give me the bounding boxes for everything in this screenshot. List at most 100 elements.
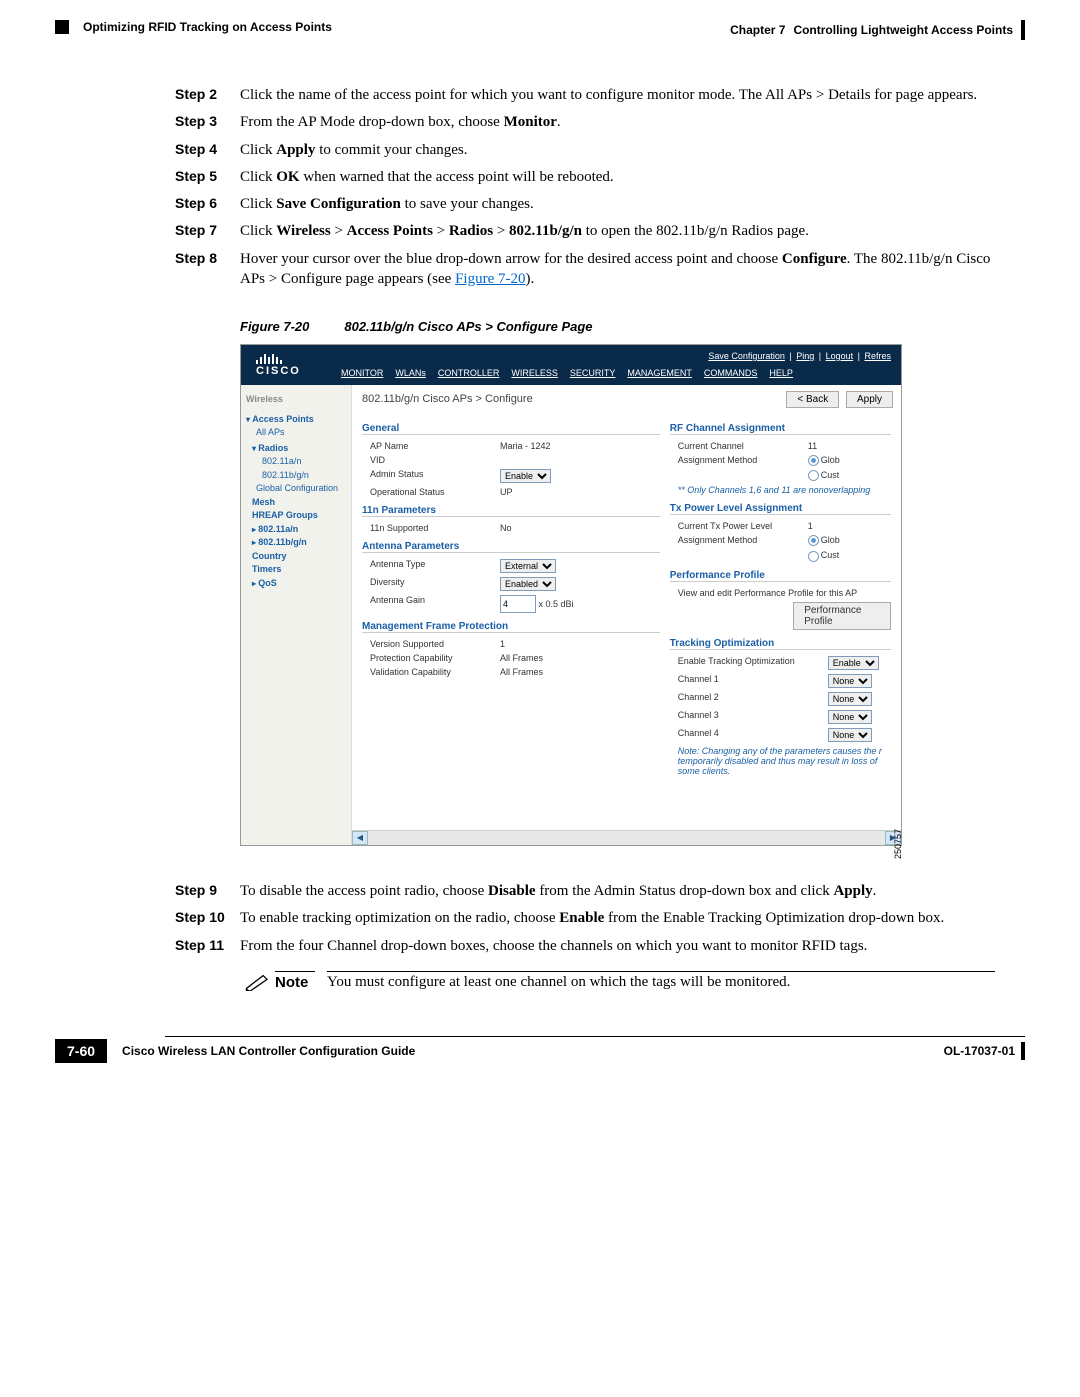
back-button[interactable]: < Back [786, 391, 839, 408]
cisco-ui-screenshot: CISCO Save Configuration | Ping | Logout… [240, 344, 902, 846]
tx-radio-custom[interactable] [808, 551, 819, 562]
rf-note: ** Only Channels 1,6 and 11 are nonoverl… [678, 485, 891, 495]
channel4-select[interactable]: None [828, 728, 872, 742]
header-chapter-label: Chapter 7 [730, 23, 785, 37]
note-label: Note [275, 971, 315, 991]
tx-radio-global[interactable] [808, 535, 819, 546]
save-config-link[interactable]: Save Configuration [708, 351, 785, 361]
sidebar-timers[interactable]: Timers [252, 563, 346, 577]
sidebar: Wireless Access Points All APs Radios 80… [241, 385, 352, 845]
channel3-select[interactable]: None [828, 710, 872, 724]
menu-wlans[interactable]: WLANs [395, 368, 426, 378]
rf-radio-custom[interactable] [808, 470, 819, 481]
page-header: Optimizing RFID Tracking on Access Point… [55, 20, 1025, 40]
step-text: Click Save Configuration to save your ch… [240, 194, 995, 214]
cisco-topbar: CISCO Save Configuration | Ping | Logout… [241, 345, 901, 385]
ping-link[interactable]: Ping [796, 351, 814, 361]
tracking-note: Note: Changing any of the parameters cau… [678, 746, 891, 776]
sidebar-access-points[interactable]: Access Points [246, 413, 346, 427]
refresh-link[interactable]: Refres [864, 351, 891, 361]
top-actions: Save Configuration | Ping | Logout | Ref… [706, 351, 901, 361]
header-bullet-icon [55, 20, 69, 34]
step-3: Step 3 From the AP Mode drop-down box, c… [175, 112, 995, 132]
step-label: Step 10 [175, 908, 240, 928]
apply-button[interactable]: Apply [846, 391, 893, 408]
step-label: Step 7 [175, 221, 240, 241]
step-text: Click the name of the access point for w… [240, 85, 995, 105]
step-label: Step 11 [175, 936, 240, 956]
main-menu: MONITOR WLANs CONTROLLER WIRELESS SECURI… [341, 368, 793, 378]
step-7: Step 7 Click Wireless > Access Points > … [175, 221, 995, 241]
sidebar-radios[interactable]: Radios [252, 442, 346, 456]
main-pane: 802.11b/g/n Cisco APs > Configure < Back… [352, 385, 901, 845]
step-9: Step 9 To disable the access point radio… [175, 881, 995, 901]
hdr-11n: 11n Parameters [362, 505, 660, 517]
header-section: Optimizing RFID Tracking on Access Point… [83, 20, 332, 34]
step-text: From the AP Mode drop-down box, choose M… [240, 112, 995, 132]
figure-link[interactable]: Figure 7-20 [455, 271, 525, 287]
sidebar-country[interactable]: Country [252, 550, 346, 564]
step-text: Click Apply to commit your changes. [240, 140, 995, 160]
menu-commands[interactable]: COMMANDS [704, 368, 758, 378]
page-footer: 7-60 Cisco Wireless LAN Controller Confi… [55, 1039, 1025, 1063]
step-text: To enable tracking optimization on the r… [240, 908, 995, 928]
cisco-logo: CISCO [241, 350, 316, 381]
current-channel-value: 11 [808, 441, 848, 451]
step-11: Step 11 From the four Channel drop-down … [175, 936, 995, 956]
step-label: Step 4 [175, 140, 240, 160]
hdr-rf: RF Channel Assignment [670, 423, 891, 435]
step-4: Step 4 Click Apply to commit your change… [175, 140, 995, 160]
op-status-value: UP [500, 487, 660, 497]
menu-controller[interactable]: CONTROLLER [438, 368, 500, 378]
step-label: Step 5 [175, 167, 240, 187]
menu-wireless[interactable]: WIRELESS [511, 368, 558, 378]
channel1-select[interactable]: None [828, 674, 872, 688]
sidebar-radio-bgn[interactable]: 802.11b/g/n [262, 469, 346, 483]
scroll-left-icon[interactable]: ◀ [352, 831, 368, 845]
step-5: Step 5 Click OK when warned that the acc… [175, 167, 995, 187]
note-text: You must configure at least one channel … [327, 971, 995, 991]
sidebar-radio-an[interactable]: 802.11a/n [262, 455, 346, 469]
rf-radio-global[interactable] [808, 455, 819, 466]
image-id: 250757 [893, 829, 903, 859]
admin-status-select[interactable]: Enable [500, 469, 551, 483]
perf-profile-button[interactable]: Performance Profile [793, 602, 891, 630]
enable-tracking-select[interactable]: Enable [828, 656, 879, 670]
step-2: Step 2 Click the name of the access poin… [175, 85, 995, 105]
footer-guide-title: Cisco Wireless LAN Controller Configurat… [122, 1044, 415, 1058]
hdr-antenna: Antenna Parameters [362, 541, 660, 553]
horizontal-scrollbar[interactable]: ◀ ▶ [352, 830, 901, 845]
step-label: Step 3 [175, 112, 240, 132]
header-bar-icon [1021, 20, 1025, 40]
step-10: Step 10 To enable tracking optimization … [175, 908, 995, 928]
menu-help[interactable]: HELP [769, 368, 793, 378]
sidebar-all-aps[interactable]: All APs [256, 426, 346, 440]
step-8: Step 8 Hover your cursor over the blue d… [175, 249, 995, 290]
header-chapter-title: Controlling Lightweight Access Points [793, 23, 1013, 37]
hdr-general: General [362, 423, 660, 435]
11n-supported-value: No [500, 523, 660, 533]
antenna-type-select[interactable]: External [500, 559, 556, 573]
hdr-mfp: Management Frame Protection [362, 621, 660, 633]
step-6: Step 6 Click Save Configuration to save … [175, 194, 995, 214]
sidebar-qos[interactable]: QoS [252, 577, 346, 591]
menu-security[interactable]: SECURITY [570, 368, 616, 378]
sidebar-global-config[interactable]: Global Configuration [256, 482, 346, 496]
sidebar-80211an[interactable]: 802.11a/n [252, 523, 346, 537]
logout-link[interactable]: Logout [826, 351, 854, 361]
sidebar-mesh[interactable]: Mesh [252, 496, 346, 510]
channel2-select[interactable]: None [828, 692, 872, 706]
step-text: From the four Channel drop-down boxes, c… [240, 936, 995, 956]
sidebar-title: Wireless [246, 393, 346, 407]
diversity-select[interactable]: Enabled [500, 577, 556, 591]
sidebar-80211bgn[interactable]: 802.11b/g/n [252, 536, 346, 550]
menu-management[interactable]: MANAGEMENT [627, 368, 692, 378]
footer-bar-icon [1021, 1042, 1025, 1060]
hdr-perf: Performance Profile [670, 570, 891, 582]
sidebar-hreap[interactable]: HREAP Groups [252, 509, 346, 523]
hdr-tx: Tx Power Level Assignment [670, 503, 891, 515]
menu-monitor[interactable]: MONITOR [341, 368, 383, 378]
apname-value: Maria - 1242 [500, 441, 660, 451]
pencil-icon [240, 971, 275, 996]
antenna-gain-input[interactable] [500, 595, 536, 613]
